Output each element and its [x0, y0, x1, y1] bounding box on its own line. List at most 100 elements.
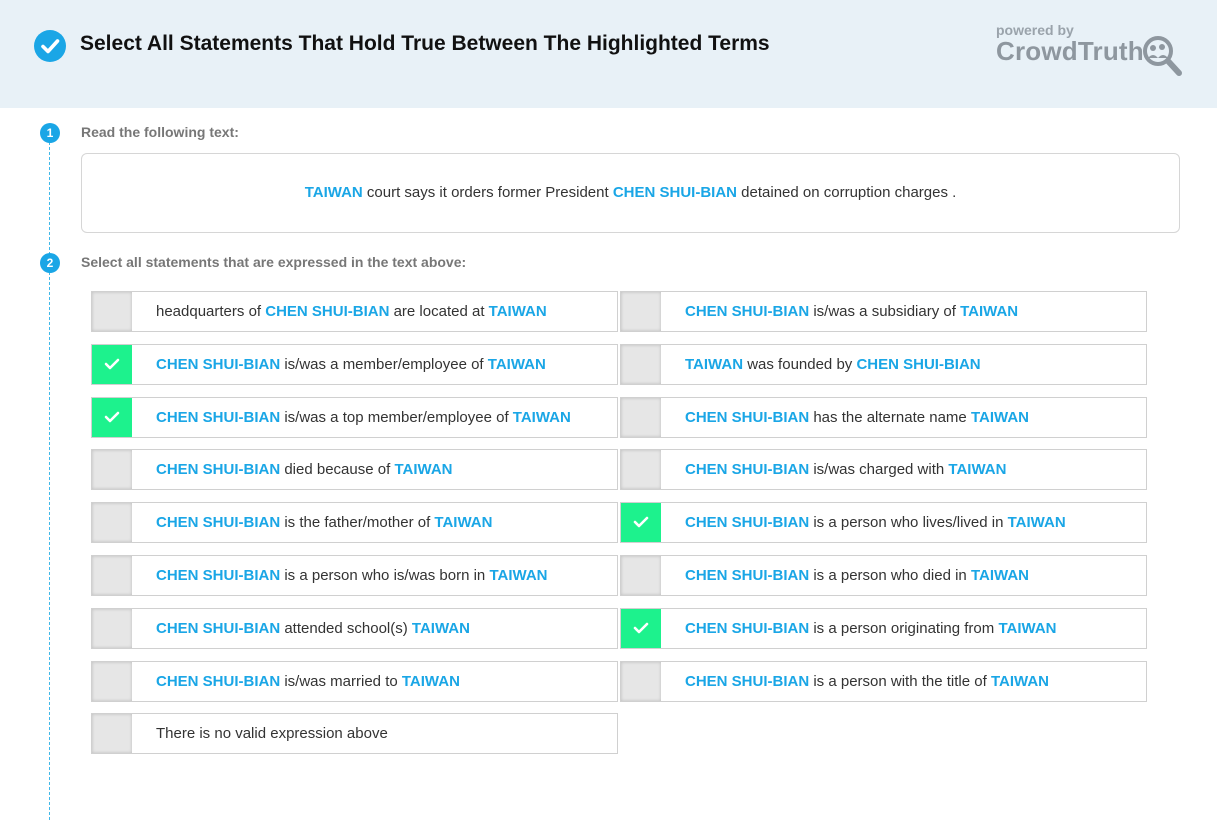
option-checkbox[interactable]	[92, 661, 132, 701]
option-text: is a person who died in	[809, 567, 971, 584]
option-text: is a person with the title of	[809, 672, 991, 690]
highlighted-term: CHEN SHUI-BIAN	[856, 355, 981, 373]
highlighted-term: TAIWAN	[1007, 514, 1066, 532]
highlighted-term: CHEN SHUI-BIAN	[685, 567, 810, 584]
highlighted-term: CHEN SHUI-BIAN	[156, 514, 281, 532]
option-checkbox[interactable]	[92, 450, 132, 490]
highlighted-term: TAIWAN	[411, 619, 470, 637]
option-checkbox[interactable]	[92, 292, 132, 331]
highlighted-term: CHEN SHUI-BIAN	[156, 619, 281, 637]
source-text-box: TAIWAN court says it orders former Presi…	[81, 153, 1180, 233]
option-label: CHEN SHUI-BIAN is a person with the titl…	[685, 662, 1049, 701]
option-text: is the father/mother of	[280, 514, 435, 532]
option-text: is a person who lives/lived in	[809, 514, 1008, 532]
option-checkbox[interactable]	[621, 608, 661, 648]
option-label: CHEN SHUI-BIAN is/was a top member/emplo…	[156, 398, 571, 437]
option-checkbox[interactable]	[92, 397, 132, 437]
option-label: CHEN SHUI-BIAN is the father/mother of T…	[156, 503, 492, 542]
highlighted-term: CHEN SHUI-BIAN	[265, 303, 390, 320]
highlighted-term: CHEN SHUI-BIAN	[156, 461, 281, 479]
option-checkbox[interactable]	[621, 450, 661, 490]
step-1-badge: 1	[40, 123, 60, 143]
option-label: CHEN SHUI-BIAN is/was charged with TAIWA…	[685, 450, 1006, 489]
option-label: CHEN SHUI-BIAN is/was a subsidiary of TA…	[685, 292, 1018, 331]
statement-option[interactable]: CHEN SHUI-BIAN is/was married to TAIWAN	[91, 660, 618, 702]
option-checkbox[interactable]	[92, 714, 132, 754]
highlighted-term: CHEN SHUI-BIAN	[685, 619, 810, 637]
option-label: CHEN SHUI-BIAN is a person originating f…	[685, 609, 1056, 648]
option-checkbox[interactable]	[92, 556, 132, 595]
option-label: There is no valid expression above	[156, 714, 388, 753]
statement-option[interactable]: CHEN SHUI-BIAN is the father/mother of T…	[91, 502, 618, 544]
statement-option[interactable]: CHEN SHUI-BIAN is/was a subsidiary of TA…	[620, 291, 1147, 332]
option-label: CHEN SHUI-BIAN is/was married to TAIWAN	[156, 662, 460, 701]
option-label: CHEN SHUI-BIAN died because of TAIWAN	[156, 450, 452, 489]
option-label: CHEN SHUI-BIAN has the alternate name TA…	[685, 398, 1029, 437]
highlighted-term: TAIWAN	[489, 567, 548, 584]
statement-option[interactable]: CHEN SHUI-BIAN is/was a top member/emplo…	[91, 396, 618, 438]
statement-option[interactable]: CHEN SHUI-BIAN is a person with the titl…	[620, 660, 1147, 702]
option-text: is/was married to	[280, 672, 402, 690]
highlighted-term: CHEN SHUI-BIAN	[156, 408, 281, 426]
highlighted-term: TAIWAN	[970, 567, 1029, 584]
highlighted-term: TAIWAN	[434, 514, 493, 532]
statement-option[interactable]: CHEN SHUI-BIAN is a person who lives/liv…	[620, 502, 1147, 544]
option-label: CHEN SHUI-BIAN is/was a member/employee …	[156, 345, 546, 384]
step-2-badge: 2	[40, 253, 60, 273]
highlighted-term: TAIWAN	[488, 303, 547, 320]
highlighted-term: TAIWAN	[948, 461, 1007, 479]
option-checkbox[interactable]	[621, 344, 661, 384]
statement-option[interactable]: CHEN SHUI-BIAN is a person originating f…	[620, 607, 1147, 649]
option-text: was founded by	[743, 355, 857, 373]
option-text: is a person originating from	[809, 619, 999, 637]
option-checkbox[interactable]	[621, 503, 661, 543]
statement-option[interactable]: There is no valid expression above	[91, 713, 618, 755]
option-text: is/was charged with	[809, 461, 949, 479]
option-label: headquarters of CHEN SHUI-BIAN are locat…	[156, 292, 547, 331]
option-checkbox[interactable]	[92, 503, 132, 543]
highlighted-term: TAIWAN	[960, 303, 1019, 320]
statement-option[interactable]: CHEN SHUI-BIAN is/was charged with TAIWA…	[620, 449, 1147, 491]
highlighted-term: TAIWAN	[401, 672, 460, 690]
statement-option[interactable]: CHEN SHUI-BIAN is a person who died in T…	[620, 555, 1147, 596]
sentence-text: detained on corruption charges .	[737, 184, 957, 201]
highlighted-term: CHEN SHUI-BIAN	[685, 514, 810, 532]
highlighted-term: CHEN SHUI-BIAN	[156, 567, 281, 584]
highlighted-term: CHEN SHUI-BIAN	[156, 672, 281, 690]
statement-option[interactable]: CHEN SHUI-BIAN is/was a member/employee …	[91, 343, 618, 385]
statement-option[interactable]: CHEN SHUI-BIAN attended school(s) TAIWAN	[91, 607, 618, 649]
step-timeline	[49, 132, 50, 820]
statement-option[interactable]: CHEN SHUI-BIAN has the alternate name TA…	[620, 396, 1147, 438]
statement-option[interactable]: CHEN SHUI-BIAN is a person who is/was bo…	[91, 555, 618, 596]
highlighted-term: TAIWAN	[304, 184, 363, 201]
option-text: are located at	[389, 303, 489, 320]
option-text: is/was a member/employee of	[280, 355, 488, 373]
option-checkbox[interactable]	[92, 344, 132, 384]
option-label: TAIWAN was founded by CHEN SHUI-BIAN	[685, 345, 981, 384]
option-checkbox[interactable]	[621, 556, 661, 595]
option-checkbox[interactable]	[621, 661, 661, 701]
highlighted-term: CHEN SHUI-BIAN	[685, 461, 810, 479]
option-text: died because of	[280, 461, 395, 479]
option-checkbox[interactable]	[92, 608, 132, 648]
magnifier-icon	[1143, 36, 1182, 76]
highlighted-term: TAIWAN	[394, 461, 453, 479]
step-2-label: Select all statements that are expressed…	[81, 254, 467, 270]
statement-option[interactable]: CHEN SHUI-BIAN died because of TAIWAN	[91, 449, 618, 491]
statement-option[interactable]: TAIWAN was founded by CHEN SHUI-BIAN	[620, 343, 1147, 385]
highlighted-term: CHEN SHUI-BIAN	[685, 672, 810, 690]
crowdtruth-logo: powered by CrowdTruth	[996, 22, 1186, 82]
highlighted-term: TAIWAN	[990, 672, 1049, 690]
logo-name-text: CrowdTruth	[996, 36, 1144, 66]
option-text: is/was a top member/employee of	[280, 408, 513, 426]
highlighted-term: TAIWAN	[685, 355, 744, 373]
highlighted-term: CHEN SHUI-BIAN	[156, 355, 281, 373]
highlighted-term: CHEN SHUI-BIAN	[685, 303, 810, 320]
option-text: is a person who is/was born in	[280, 567, 490, 584]
statement-option[interactable]: headquarters of CHEN SHUI-BIAN are locat…	[91, 291, 618, 332]
option-label: CHEN SHUI-BIAN is a person who died in T…	[685, 556, 1029, 595]
sentence-text: court says it orders former President	[362, 184, 613, 201]
highlighted-term: TAIWAN	[998, 619, 1057, 637]
option-checkbox[interactable]	[621, 292, 661, 331]
option-checkbox[interactable]	[621, 397, 661, 437]
